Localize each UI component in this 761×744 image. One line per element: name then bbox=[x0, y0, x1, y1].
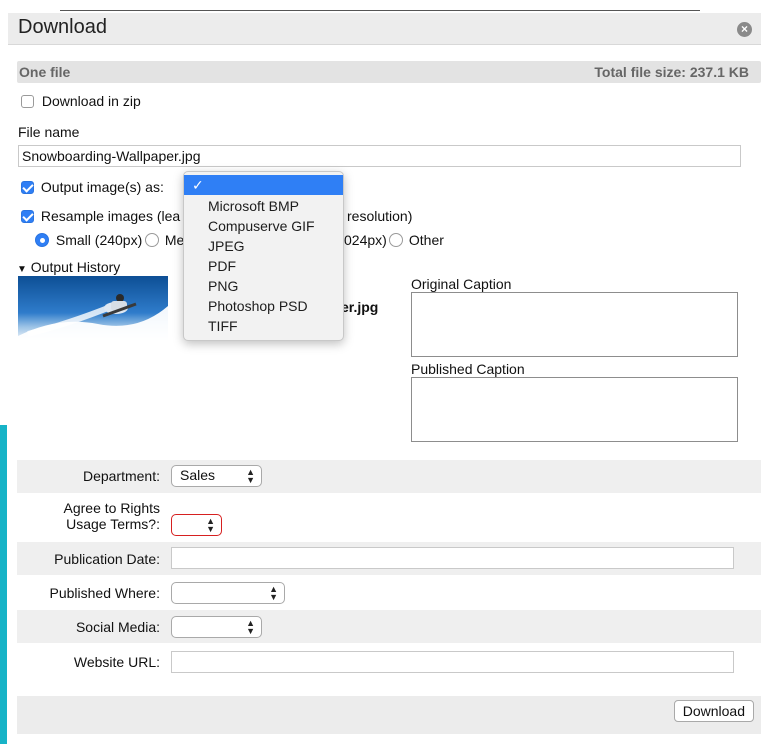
format-option-bmp[interactable]: Microsoft BMP bbox=[184, 196, 343, 216]
website-url-input[interactable] bbox=[171, 651, 734, 673]
resample-checkbox[interactable] bbox=[21, 210, 34, 223]
size-large-label: 024px) bbox=[344, 232, 387, 248]
snowboarder-thumbnail bbox=[18, 276, 168, 358]
file-summary-bar: One file Total file size: 237.1 KB bbox=[17, 61, 761, 83]
rights-label: Agree to Rights Usage Terms?: bbox=[64, 500, 161, 532]
size-small-option[interactable]: Small (240px) bbox=[35, 232, 142, 248]
resample-option[interactable]: Resample images (lea bbox=[21, 208, 180, 224]
disclosure-triangle-icon: ▼ bbox=[17, 264, 27, 275]
website-url-label: Website URL: bbox=[73, 654, 160, 670]
published-where-select[interactable]: ▲ ▼ bbox=[171, 582, 285, 604]
total-file-size: Total file size: 237.1 KB bbox=[594, 64, 749, 80]
zip-checkbox[interactable] bbox=[21, 95, 34, 108]
output-as-option[interactable]: Output image(s) as: bbox=[21, 179, 164, 195]
rights-row: Agree to Rights Usage Terms?: ▲ ▼ bbox=[17, 497, 761, 539]
format-option-psd[interactable]: Photoshop PSD bbox=[184, 296, 343, 316]
output-format-menu[interactable]: ✓ Microsoft BMP Compuserve GIF JPEG PDF … bbox=[183, 171, 344, 341]
file-name-input[interactable]: Snowboarding-Wallpaper.jpg bbox=[18, 145, 741, 167]
history-filename: er.jpg bbox=[341, 299, 379, 315]
original-caption-label: Original Caption bbox=[411, 276, 512, 292]
output-history-label: Output History bbox=[30, 259, 121, 275]
select-arrows-icon: ▲ ▼ bbox=[246, 618, 255, 636]
department-label: Department: bbox=[82, 468, 160, 484]
close-icon[interactable]: × bbox=[737, 22, 752, 37]
format-option-jpeg[interactable]: JPEG bbox=[184, 236, 343, 256]
published-where-row: Published Where: ▲ ▼ bbox=[17, 577, 761, 609]
department-select[interactable]: Sales ▲ ▼ bbox=[171, 465, 262, 487]
format-option-gif[interactable]: Compuserve GIF bbox=[184, 216, 343, 236]
output-history-toggle[interactable]: ▼ Output History bbox=[17, 259, 120, 275]
resample-label: Resample images (lea bbox=[40, 208, 181, 224]
size-other-radio[interactable] bbox=[389, 233, 403, 247]
publication-date-input[interactable] bbox=[171, 547, 734, 569]
select-arrows-icon: ▲ ▼ bbox=[206, 516, 215, 534]
file-name-value: Snowboarding-Wallpaper.jpg bbox=[22, 148, 201, 164]
dialog-title: Download bbox=[18, 16, 107, 38]
size-medium-option[interactable]: Me bbox=[145, 232, 184, 248]
dialog-titlebar: Download × bbox=[8, 13, 761, 45]
format-option-pdf[interactable]: PDF bbox=[184, 256, 343, 276]
size-other-option[interactable]: Other bbox=[389, 232, 444, 248]
original-caption-textarea[interactable] bbox=[411, 292, 738, 357]
social-media-row: Social Media: ▲ ▼ bbox=[17, 610, 761, 643]
file-count: One file bbox=[19, 64, 71, 80]
size-other-label: Other bbox=[408, 232, 444, 248]
rights-label-line1: Agree to Rights bbox=[63, 500, 161, 516]
format-option-tiff[interactable]: TIFF bbox=[184, 316, 343, 336]
top-divider bbox=[60, 10, 700, 11]
social-media-label: Social Media: bbox=[75, 619, 160, 635]
window-edge-accent bbox=[0, 425, 7, 744]
file-name-label: File name bbox=[18, 124, 80, 140]
format-option-png[interactable]: PNG bbox=[184, 276, 343, 296]
publication-date-label: Publication Date: bbox=[54, 551, 160, 567]
publication-date-row: Publication Date: bbox=[17, 542, 761, 575]
rights-select[interactable]: ▲ ▼ bbox=[171, 514, 222, 536]
size-small-radio[interactable] bbox=[35, 233, 49, 247]
output-as-label: Output image(s) as: bbox=[40, 179, 164, 195]
department-value: Sales bbox=[180, 467, 216, 483]
select-arrows-icon: ▲ ▼ bbox=[269, 584, 278, 602]
resample-label-end: resolution) bbox=[347, 208, 413, 224]
size-small-label: Small (240px) bbox=[55, 232, 143, 248]
social-media-select[interactable]: ▲ ▼ bbox=[171, 616, 262, 638]
department-row: Department: Sales ▲ ▼ bbox=[17, 460, 761, 493]
output-as-checkbox[interactable] bbox=[21, 181, 34, 194]
checkmark-icon: ✓ bbox=[192, 177, 204, 193]
zip-label: Download in zip bbox=[41, 93, 141, 109]
published-where-label: Published Where: bbox=[49, 585, 160, 601]
size-medium-radio[interactable] bbox=[145, 233, 159, 247]
published-caption-label: Published Caption bbox=[411, 361, 525, 377]
select-arrows-icon: ▲ ▼ bbox=[246, 467, 255, 485]
zip-option[interactable]: Download in zip bbox=[21, 93, 141, 109]
format-option-selected[interactable]: ✓ bbox=[184, 175, 343, 195]
size-medium-label: Me bbox=[164, 232, 185, 248]
published-caption-textarea[interactable] bbox=[411, 377, 738, 442]
dialog-footer: Download bbox=[17, 696, 761, 734]
website-url-row: Website URL: bbox=[17, 646, 761, 679]
rights-label-line2: Usage Terms?: bbox=[66, 516, 160, 532]
download-button[interactable]: Download bbox=[673, 700, 754, 722]
